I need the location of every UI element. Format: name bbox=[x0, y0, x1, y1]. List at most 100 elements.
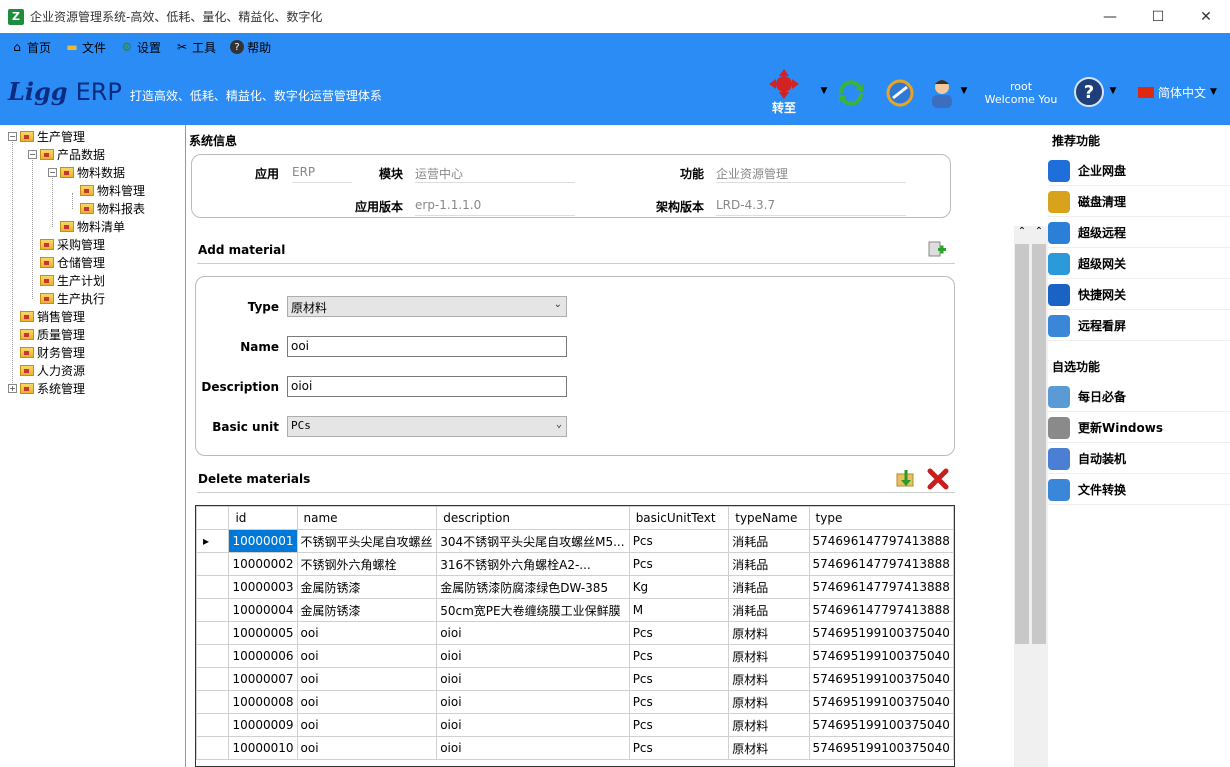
row-header[interactable] bbox=[196, 713, 230, 737]
table-cell[interactable]: Pcs bbox=[628, 713, 730, 737]
browser-icon[interactable] bbox=[884, 77, 916, 109]
table-cell[interactable]: oioi bbox=[436, 667, 630, 691]
table-cell[interactable]: 原材料 bbox=[728, 690, 810, 714]
table-cell[interactable]: 574695199100375040 bbox=[808, 644, 954, 668]
name-input[interactable]: ooi bbox=[287, 336, 567, 357]
tree-item[interactable]: 质量管理 bbox=[8, 325, 85, 343]
goto-button[interactable]: 转至 bbox=[762, 67, 806, 117]
description-input[interactable]: oioi bbox=[287, 376, 567, 397]
column-header[interactable]: typeName bbox=[728, 506, 810, 530]
table-cell[interactable]: 10000009 bbox=[228, 713, 298, 737]
table-cell[interactable]: 316不锈钢外六角螺栓A2-... bbox=[436, 552, 630, 576]
table-cell[interactable]: 10000003 bbox=[228, 575, 298, 599]
row-header[interactable] bbox=[196, 690, 230, 714]
table-cell[interactable]: oioi bbox=[436, 713, 630, 737]
current-row-indicator[interactable]: ▸ bbox=[196, 529, 230, 553]
tree-item[interactable]: 财务管理 bbox=[8, 343, 85, 361]
table-cell[interactable]: 消耗品 bbox=[728, 529, 810, 553]
custom-item[interactable]: 自动装机 bbox=[1048, 444, 1230, 474]
table-cell[interactable]: Pcs bbox=[628, 736, 730, 760]
table-row[interactable]: 10000010 ooi oioi Pcs 原材料 574695199100375040 bbox=[196, 736, 954, 760]
basic-unit-select[interactable]: PCs ⌄ bbox=[287, 416, 567, 437]
row-header[interactable] bbox=[196, 598, 230, 622]
menu-settings[interactable]: ⚙ 设置 bbox=[120, 39, 161, 55]
table-cell[interactable]: Pcs bbox=[628, 644, 730, 668]
table-cell[interactable]: 574695199100375040 bbox=[808, 621, 954, 645]
table-row[interactable]: 10000007 ooi oioi Pcs 原材料 574695199100375040 bbox=[196, 667, 954, 691]
table-row[interactable]: 10000005 ooi oioi Pcs 原材料 574695199100375040 bbox=[196, 621, 954, 645]
collapse-icon[interactable]: − bbox=[48, 167, 57, 177]
table-cell[interactable]: Pcs bbox=[628, 552, 730, 576]
collapse-icon[interactable]: − bbox=[28, 149, 37, 159]
table-row[interactable]: 10000004 金属防锈漆 50cm宽PE大卷缠绕膜工业保鲜膜 M 消耗品 574696… bbox=[196, 598, 954, 622]
table-cell[interactable]: 消耗品 bbox=[728, 598, 810, 622]
table-cell[interactable]: 574696147797413888 bbox=[808, 598, 954, 622]
recommended-item[interactable]: 企业网盘 bbox=[1048, 156, 1230, 186]
table-row[interactable]: 10000003 金属防锈漆 金属防锈漆防腐漆绿色DW-385 Kg 消耗品 574696… bbox=[196, 575, 954, 599]
tree-item[interactable]: 物料管理 bbox=[68, 181, 145, 199]
table-cell[interactable]: 10000002 bbox=[228, 552, 298, 576]
help-dropdown-icon[interactable]: ▼ bbox=[1107, 85, 1119, 97]
table-cell[interactable]: oioi bbox=[436, 690, 630, 714]
tree-item[interactable]: 生产计划 bbox=[28, 271, 105, 289]
scroll-thumb[interactable] bbox=[1015, 244, 1029, 644]
tree-item[interactable]: 人力资源 bbox=[8, 361, 85, 379]
table-cell[interactable]: 574696147797413888 bbox=[808, 529, 954, 553]
table-cell[interactable]: 10000005 bbox=[228, 621, 298, 645]
tree-item[interactable]: − 产品数据 bbox=[28, 145, 105, 163]
column-header[interactable]: name bbox=[296, 506, 438, 530]
table-cell[interactable]: 10000001 bbox=[228, 529, 298, 553]
tree-item[interactable]: + 系统管理 bbox=[8, 379, 85, 397]
maximize-button[interactable]: ☐ bbox=[1134, 0, 1182, 33]
table-cell[interactable]: ooi bbox=[296, 644, 438, 668]
table-cell[interactable]: 金属防锈漆 bbox=[296, 575, 438, 599]
table-cell[interactable]: 消耗品 bbox=[728, 575, 810, 599]
table-cell[interactable]: 10000008 bbox=[228, 690, 298, 714]
row-header[interactable] bbox=[196, 736, 230, 760]
table-cell[interactable]: 金属防锈漆防腐漆绿色DW-385 bbox=[436, 575, 630, 599]
table-cell[interactable]: 10000010 bbox=[228, 736, 298, 760]
table-cell[interactable]: Kg bbox=[628, 575, 730, 599]
add-material-icon[interactable] bbox=[927, 239, 947, 259]
tree-item[interactable]: 物料清单 bbox=[48, 217, 125, 235]
import-icon[interactable] bbox=[895, 468, 917, 490]
table-cell[interactable]: 574696147797413888 bbox=[808, 552, 954, 576]
table-row[interactable]: ▸ 10000001 不锈钢平头尖尾自攻螺丝 304不锈钢平头尖尾自攻螺丝M5... P… bbox=[196, 529, 954, 553]
help-button[interactable]: ? bbox=[1074, 77, 1104, 107]
user-icon[interactable] bbox=[928, 77, 956, 109]
tree-item[interactable]: 销售管理 bbox=[8, 307, 85, 325]
table-cell[interactable]: 原材料 bbox=[728, 713, 810, 737]
table-cell[interactable]: oioi bbox=[436, 644, 630, 668]
right-panel-scrollbar[interactable]: ⌃ bbox=[1030, 226, 1048, 767]
table-cell[interactable]: 574695199100375040 bbox=[808, 667, 954, 691]
recommended-item[interactable]: 超级网关 bbox=[1048, 249, 1230, 279]
expand-icon[interactable]: + bbox=[8, 383, 17, 393]
goto-dropdown-icon[interactable]: ▼ bbox=[818, 85, 830, 97]
tree-item[interactable]: 采购管理 bbox=[28, 235, 105, 253]
tree-item[interactable]: − 生产管理 bbox=[8, 127, 85, 145]
table-cell[interactable]: Pcs bbox=[628, 621, 730, 645]
table-cell[interactable]: ooi bbox=[296, 713, 438, 737]
user-dropdown-icon[interactable]: ▼ bbox=[958, 85, 970, 97]
language-selector[interactable]: 简体中文 ▼ bbox=[1138, 83, 1228, 101]
table-cell[interactable]: 金属防锈漆 bbox=[296, 598, 438, 622]
table-cell[interactable]: 原材料 bbox=[728, 736, 810, 760]
column-header[interactable]: type bbox=[808, 506, 954, 530]
minimize-button[interactable]: — bbox=[1086, 0, 1134, 33]
table-cell[interactable]: 50cm宽PE大卷缠绕膜工业保鲜膜 bbox=[436, 598, 630, 622]
tree-item[interactable]: 生产执行 bbox=[28, 289, 105, 307]
recommended-item[interactable]: 快捷网关 bbox=[1048, 280, 1230, 310]
table-cell[interactable]: 10000007 bbox=[228, 667, 298, 691]
table-row[interactable]: 10000002 不锈钢外六角螺栓 316不锈钢外六角螺栓A2-... Pcs 消耗品 5… bbox=[196, 552, 954, 576]
column-header[interactable]: basicUnitText bbox=[628, 506, 730, 530]
type-select[interactable]: 原材料 ⌄ bbox=[287, 296, 567, 317]
table-cell[interactable]: ooi bbox=[296, 667, 438, 691]
table-cell[interactable]: 10000004 bbox=[228, 598, 298, 622]
table-cell[interactable]: oioi bbox=[436, 736, 630, 760]
custom-item[interactable]: 更新Windows bbox=[1048, 413, 1230, 443]
table-cell[interactable]: 574695199100375040 bbox=[808, 713, 954, 737]
table-cell[interactable]: ooi bbox=[296, 690, 438, 714]
table-cell[interactable]: 304不锈钢平头尖尾自攻螺丝M5... bbox=[436, 529, 630, 553]
table-cell[interactable]: 574695199100375040 bbox=[808, 690, 954, 714]
custom-item[interactable]: 文件转换 bbox=[1048, 475, 1230, 505]
